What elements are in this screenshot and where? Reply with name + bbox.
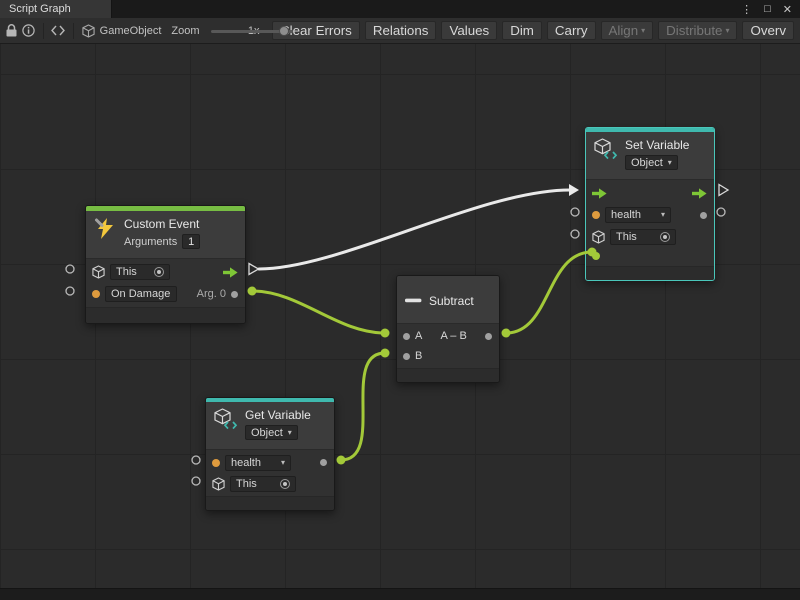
flow-output-port[interactable] (692, 188, 707, 199)
port-indicator[interactable] (571, 230, 579, 238)
variable-icon (594, 138, 618, 160)
arguments-input[interactable]: 1 (182, 234, 200, 249)
wire-subtract-to-setvariable (506, 252, 592, 333)
caret-down-icon: ▾ (281, 459, 285, 467)
wire-endpoint (248, 287, 257, 296)
node-set-variable[interactable]: Set Variable Object ▾ (585, 127, 715, 281)
wire-endpoint (381, 329, 390, 338)
relations-button[interactable]: Relations (365, 21, 437, 40)
tab-script-graph[interactable]: Script Graph (0, 0, 112, 18)
values-button[interactable]: Values (441, 21, 497, 40)
object-picker-icon[interactable] (660, 232, 670, 242)
maximize-icon[interactable]: □ (764, 3, 771, 15)
result-output-port[interactable] (485, 333, 492, 340)
value-input-port[interactable] (592, 252, 600, 260)
tab-title: Script Graph (9, 3, 71, 15)
object-picker-icon[interactable] (154, 267, 164, 277)
graph-toolbar: GameObject Zoom 1x Clear Errors Relation… (0, 18, 800, 44)
window-controls: ⋮ □ ✕ (733, 0, 800, 18)
variable-name-dropdown[interactable]: health ▾ (225, 455, 291, 471)
wire-arg0-to-subtract-a (252, 291, 385, 333)
port-indicator[interactable] (192, 477, 200, 485)
lock-icon[interactable] (6, 22, 17, 40)
cube-icon (92, 265, 105, 279)
caret-down-icon: ▾ (668, 159, 672, 167)
flow-wire-start-arrow (249, 264, 259, 275)
gameobject-cube-icon (82, 22, 95, 40)
info-icon[interactable] (22, 22, 35, 40)
overview-button[interactable]: Overv (742, 21, 794, 40)
flow-port-indicator[interactable] (719, 185, 728, 196)
minus-icon (405, 298, 422, 303)
wire-endpoint (337, 456, 346, 465)
arguments-label: Arguments (124, 236, 177, 248)
gameobject-label[interactable]: GameObject (100, 25, 162, 37)
flow-output-port[interactable] (223, 267, 238, 278)
node-get-variable[interactable]: Get Variable Object ▾ health ▾ (205, 397, 335, 511)
caret-down-icon: ▾ (725, 27, 729, 35)
input-a-port[interactable] (403, 333, 410, 340)
close-icon[interactable]: ✕ (783, 3, 792, 16)
value-output-port[interactable] (700, 212, 707, 219)
node-subtract[interactable]: Subtract A A – B B (396, 275, 500, 383)
caret-down-icon: ▾ (661, 211, 665, 219)
port-indicator[interactable] (66, 287, 74, 295)
zoom-slider[interactable] (211, 25, 237, 37)
wire-endpoint (381, 349, 390, 358)
caret-down-icon: ▾ (641, 27, 645, 35)
flow-wire-end-arrow (569, 184, 579, 196)
flow-input-port[interactable] (592, 188, 607, 199)
node-title: Set Variable (625, 138, 689, 152)
variable-name-dropdown[interactable]: health ▾ (605, 207, 671, 223)
zoom-slider-handle[interactable] (279, 26, 289, 36)
dim-button[interactable]: Dim (502, 21, 542, 40)
cube-icon (212, 477, 225, 491)
this-target-field[interactable]: This (230, 476, 296, 492)
wire-getvariable-to-subtract-b (341, 353, 385, 460)
port-indicator[interactable] (717, 208, 725, 216)
wire-flow-customevent-to-setvariable (259, 190, 570, 269)
custom-event-icon (94, 217, 117, 240)
event-name-port[interactable] (92, 290, 100, 298)
a-label: A (415, 330, 422, 342)
graph-canvas[interactable]: Custom Event Arguments 1 This (0, 44, 800, 588)
arg0-output-port[interactable] (231, 291, 238, 298)
this-target-field[interactable]: This (110, 264, 170, 280)
unity-visual-scripting-window: Script Graph ⋮ □ ✕ GameObject Zoom 1x (0, 0, 800, 600)
zoom-label: Zoom (171, 25, 199, 37)
event-name-field[interactable]: On Damage (105, 286, 177, 302)
variable-scope-dropdown[interactable]: Object ▾ (245, 425, 298, 440)
distribute-button[interactable]: Distribute▾ (658, 21, 737, 40)
value-output-port[interactable] (320, 459, 327, 466)
input-b-port[interactable] (403, 353, 410, 360)
object-picker-icon[interactable] (280, 479, 290, 489)
b-label: B (415, 350, 422, 362)
wire-endpoint (502, 329, 511, 338)
node-title: Get Variable (245, 408, 311, 422)
node-custom-event[interactable]: Custom Event Arguments 1 This (85, 205, 246, 324)
this-target-field[interactable]: This (610, 229, 676, 245)
variable-icon (214, 408, 238, 430)
cube-icon (592, 230, 605, 244)
variable-name-port[interactable] (212, 459, 220, 467)
arg0-label: Arg. 0 (197, 288, 226, 300)
align-button[interactable]: Align▾ (601, 21, 654, 40)
port-indicator[interactable] (571, 208, 579, 216)
caret-down-icon: ▾ (288, 429, 292, 437)
carry-button[interactable]: Carry (547, 21, 596, 40)
title-bar: Script Graph ⋮ □ ✕ (0, 0, 800, 18)
node-title: Subtract (429, 294, 474, 308)
window-menu-icon[interactable]: ⋮ (741, 3, 752, 16)
node-title: Custom Event (124, 217, 200, 231)
code-icon[interactable] (51, 22, 65, 40)
variable-name-port[interactable] (592, 211, 600, 219)
port-indicator[interactable] (66, 265, 74, 273)
port-indicator[interactable] (192, 456, 200, 464)
variable-scope-dropdown[interactable]: Object ▾ (625, 155, 678, 170)
output-label: A – B (427, 330, 480, 342)
bottom-bar (0, 588, 800, 600)
